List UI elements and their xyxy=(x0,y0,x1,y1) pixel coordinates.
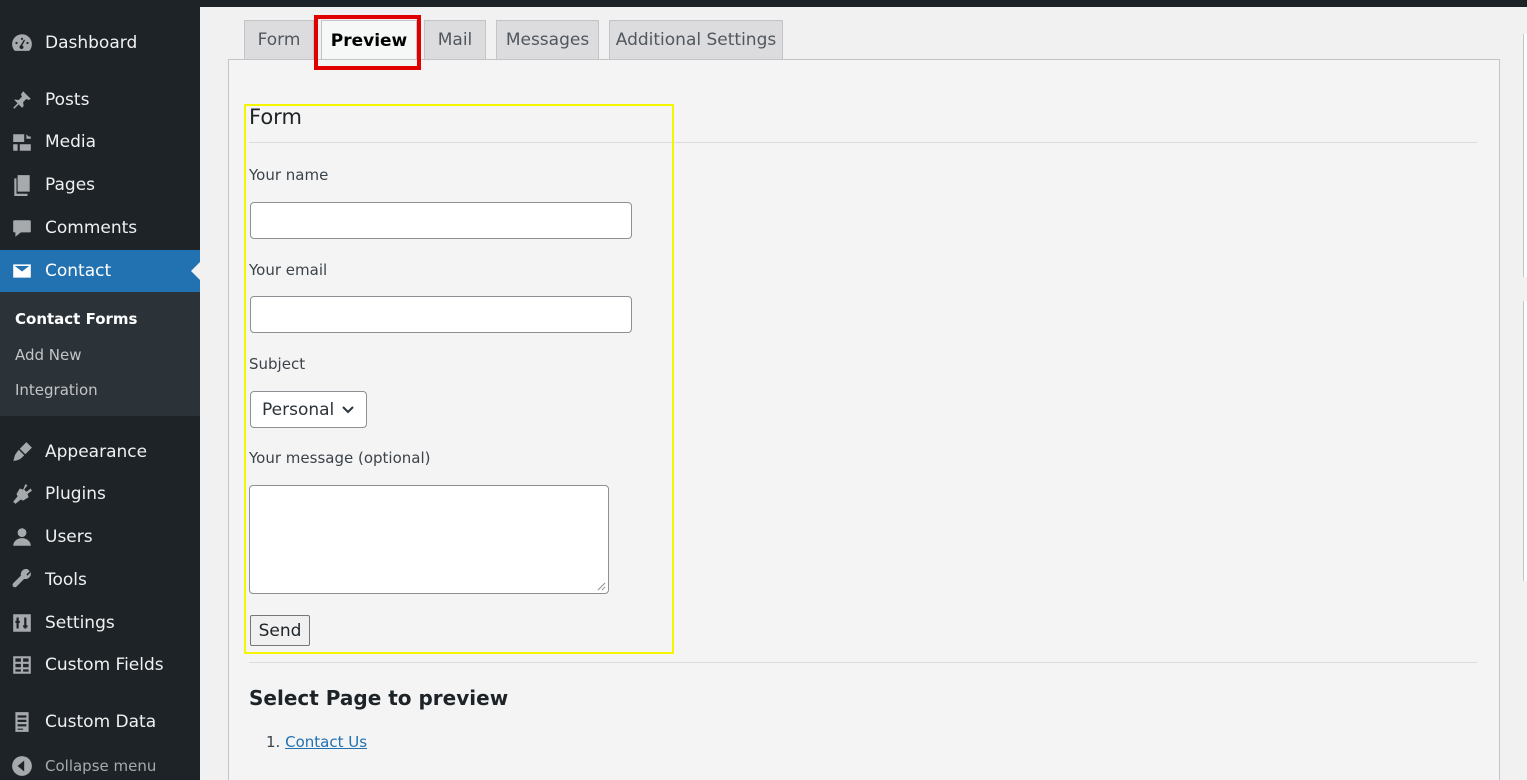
dashboard-icon xyxy=(11,32,33,54)
pages-icon xyxy=(11,174,33,196)
page-list-number: 1. xyxy=(266,733,281,751)
menu-item-settings[interactable]: Settings xyxy=(0,602,200,644)
menu-label-media: Media xyxy=(45,132,97,152)
menu-item-contact[interactable]: Contact xyxy=(0,250,200,292)
message-label: Your message (optional) xyxy=(249,449,431,467)
menu-item-pages[interactable]: Pages xyxy=(0,164,200,206)
active-menu-arrow xyxy=(191,262,200,280)
submenu-contact-forms[interactable]: Contact Forms xyxy=(15,310,137,328)
page-link-contact-us[interactable]: Contact Us xyxy=(285,733,367,751)
tab-preview[interactable]: Preview xyxy=(321,20,417,61)
menu-label-settings: Settings xyxy=(45,613,115,633)
admin-top-strip xyxy=(200,0,1527,7)
side-box-edge xyxy=(1523,301,1527,581)
collapse-arrow-icon xyxy=(11,755,33,777)
admin-sidebar: Dashboard Posts Media Pages Comments Con… xyxy=(0,0,200,780)
form-title: Form xyxy=(249,105,302,129)
send-button[interactable]: Send xyxy=(250,615,310,646)
side-box-edge xyxy=(1523,34,1527,277)
preview-panel xyxy=(228,59,1500,780)
comment-icon xyxy=(11,217,33,239)
table-icon xyxy=(11,654,33,676)
menu-label-posts: Posts xyxy=(45,90,90,110)
page-list-item: 1. Contact Us xyxy=(266,733,367,751)
name-input[interactable] xyxy=(250,202,632,239)
submenu-integration[interactable]: Integration xyxy=(15,381,98,399)
envelope-icon xyxy=(11,260,33,282)
tab-additional-settings[interactable]: Additional Settings xyxy=(609,20,783,59)
menu-item-tools[interactable]: Tools xyxy=(0,559,200,601)
tab-form[interactable]: Form xyxy=(244,20,314,59)
tab-messages[interactable]: Messages xyxy=(496,20,599,59)
collapse-menu-button[interactable]: Collapse menu xyxy=(0,745,200,780)
divider xyxy=(249,662,1477,663)
menu-label-dashboard: Dashboard xyxy=(45,33,138,53)
subject-select-value: Personal xyxy=(262,399,335,420)
menu-label-tools: Tools xyxy=(45,570,87,590)
plugin-icon xyxy=(11,483,33,505)
message-textarea[interactable] xyxy=(249,485,609,594)
subject-select[interactable]: Personal xyxy=(250,391,367,428)
menu-item-posts[interactable]: Posts xyxy=(0,79,200,121)
menu-label-custom-data: Custom Data xyxy=(45,712,157,732)
menu-label-users: Users xyxy=(45,527,93,547)
divider xyxy=(249,142,1477,143)
menu-item-custom-fields[interactable]: Custom Fields xyxy=(0,644,200,686)
email-input[interactable] xyxy=(250,296,632,333)
menu-label-pages: Pages xyxy=(45,175,96,195)
select-page-title: Select Page to preview xyxy=(249,686,509,710)
settings-sliders-icon xyxy=(11,612,33,634)
menu-item-comments[interactable]: Comments xyxy=(0,207,200,249)
menu-label-contact: Contact xyxy=(45,261,112,281)
submenu-add-new[interactable]: Add New xyxy=(15,346,82,364)
menu-item-plugins[interactable]: Plugins xyxy=(0,473,200,515)
menu-item-dashboard[interactable]: Dashboard xyxy=(0,22,200,64)
user-icon xyxy=(11,526,33,548)
contact-submenu: Contact Forms Add New Integration xyxy=(0,292,200,416)
paintbrush-icon xyxy=(11,441,33,463)
menu-label-custom-fields: Custom Fields xyxy=(45,655,164,675)
menu-item-users[interactable]: Users xyxy=(0,516,200,558)
subject-label: Subject xyxy=(249,355,306,373)
menu-label-comments: Comments xyxy=(45,218,138,238)
tab-mail[interactable]: Mail xyxy=(424,20,486,59)
collapse-menu-label: Collapse menu xyxy=(45,757,157,775)
name-label: Your name xyxy=(249,166,329,184)
wrench-icon xyxy=(11,569,33,591)
menu-item-media[interactable]: Media xyxy=(0,121,200,163)
email-label: Your email xyxy=(249,261,328,279)
menu-item-custom-data[interactable]: Custom Data xyxy=(0,701,200,743)
document-icon xyxy=(11,711,33,733)
media-icon xyxy=(11,131,33,153)
chevron-down-icon xyxy=(342,406,354,414)
menu-label-plugins: Plugins xyxy=(45,484,106,504)
resize-handle-icon[interactable] xyxy=(597,582,606,591)
pushpin-icon xyxy=(11,89,33,111)
menu-item-appearance[interactable]: Appearance xyxy=(0,431,200,473)
menu-label-appearance: Appearance xyxy=(45,442,148,462)
